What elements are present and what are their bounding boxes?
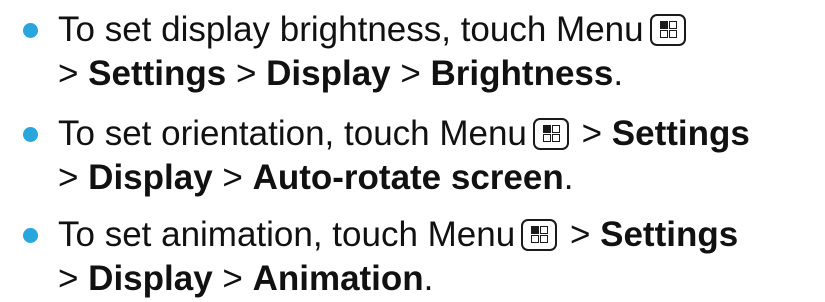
- path-separator: >: [58, 54, 89, 93]
- menu-key-icon: [532, 118, 569, 150]
- bullet-icon: [23, 228, 38, 243]
- path-separator: >: [212, 259, 253, 298]
- item-line: > Display > Animation.: [58, 257, 433, 301]
- item-line: To set animation, touch Menu > Settings: [58, 213, 738, 257]
- period: .: [613, 54, 624, 93]
- item-line: > Display > Auto-rotate screen.: [58, 156, 573, 200]
- bullet-icon: [23, 23, 38, 38]
- item-text: To set display brightness, touch Menu: [58, 10, 644, 49]
- item-line: To set orientation, touch Menu > Setting…: [58, 112, 750, 156]
- period: .: [563, 158, 574, 197]
- item-text: To set orientation, touch Menu: [58, 114, 527, 153]
- path-auto-rotate: Auto-rotate screen: [252, 158, 564, 197]
- path-display: Display: [88, 158, 213, 197]
- instruction-list: To set display brightness, touch Menu > …: [0, 0, 825, 302]
- path-separator: >: [58, 158, 89, 197]
- path-separator: >: [212, 158, 253, 197]
- path-display: Display: [266, 54, 391, 93]
- menu-key-icon: [521, 219, 558, 251]
- path-display: Display: [88, 259, 213, 298]
- item-text: To set animation, touch Menu: [58, 215, 516, 254]
- path-separator: >: [58, 259, 89, 298]
- path-brightness: Brightness: [430, 54, 614, 93]
- path-separator: >: [560, 215, 601, 254]
- period: .: [423, 259, 434, 298]
- item-line: > Settings > Display > Brightness.: [58, 52, 623, 96]
- path-separator: >: [571, 114, 612, 153]
- path-settings: Settings: [611, 114, 750, 153]
- path-animation: Animation: [252, 259, 424, 298]
- path-settings: Settings: [600, 215, 739, 254]
- bullet-icon: [23, 127, 38, 142]
- path-settings: Settings: [88, 54, 227, 93]
- menu-key-icon: [649, 14, 686, 46]
- path-separator: >: [226, 54, 267, 93]
- item-line: To set display brightness, touch Menu: [58, 8, 689, 52]
- path-separator: >: [390, 54, 431, 93]
